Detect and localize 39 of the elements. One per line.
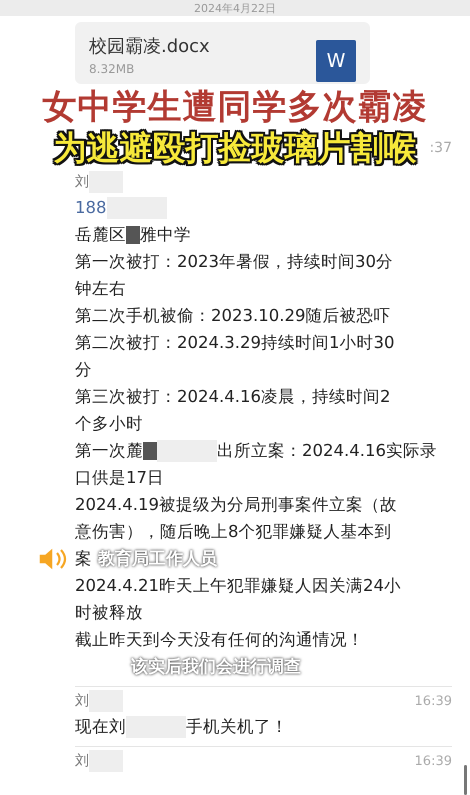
message-text: 手机关机了！ <box>186 716 288 738</box>
message-time: 16:39 <box>414 754 452 768</box>
message-text: 第二次手机被偷：2023.10.29随后被恐吓 <box>75 304 390 326</box>
file-card[interactable]: 校园霸凌.docx 8.32MB W <box>75 22 370 84</box>
message-text: 意伤害），随后晚上8个犯罪嫌疑人基本到 <box>75 520 392 542</box>
blur-mark <box>143 442 157 460</box>
message-text: 第一次被打：2023年暑假，持续时间30分 <box>75 250 393 272</box>
message-text: 时被释放 <box>75 602 143 624</box>
message-text: 口供是17日 <box>75 466 164 488</box>
message-text: 2024.4.19被提级为分局刑事案件立案（故 <box>75 494 397 516</box>
message-text: 2024.4.21昨天上午犯罪嫌疑人因关满24小 <box>75 574 401 596</box>
message-text: 第二次被打：2024.3.29持续时间1小时30 <box>75 332 394 354</box>
file-size: 8.32MB <box>89 62 136 76</box>
message-text: 案 <box>75 548 92 570</box>
message-text: 第一次麓 <box>75 440 143 462</box>
file-name: 校园霸凌.docx <box>89 35 210 58</box>
message-text: 雅中学 <box>140 224 191 246</box>
phone-number[interactable]: 188 <box>75 198 106 217</box>
message-text: 第三次被打：2024.4.16凌晨，持续时间2 <box>75 386 390 408</box>
message-text: 岳麓区 <box>75 224 126 246</box>
message-text: 截止昨天到今天没有任何的沟通情况！ <box>75 628 364 650</box>
subheadline-caption: 为逃避殴打捡玻璃片割喉 <box>54 128 416 168</box>
blur-mark <box>126 226 140 244</box>
sender-name: 刘 <box>75 173 89 191</box>
headline-caption: 女中学生遭同学多次霸凌 <box>42 86 428 128</box>
message-text: 出所立案：2024.4.16实际录 <box>217 440 437 462</box>
message-text: 钟左右 <box>75 278 126 300</box>
word-document-icon: W <box>316 40 356 82</box>
message-text: 个多小时 <box>75 412 143 434</box>
message-time: 16:39 <box>414 694 452 708</box>
message-time: :37 <box>429 140 452 156</box>
message-text: 现在刘 <box>75 716 126 738</box>
sender-name: 刘 <box>75 752 89 770</box>
video-subtitle: 教育局工作人员 <box>96 547 219 570</box>
message-text: 分 <box>75 358 92 380</box>
date-divider: 2024年4月22日 <box>194 0 276 16</box>
video-subtitle: 该实后我们会进行调查 <box>128 655 302 678</box>
sender-name: 刘 <box>75 692 89 710</box>
redaction-box <box>157 440 217 462</box>
